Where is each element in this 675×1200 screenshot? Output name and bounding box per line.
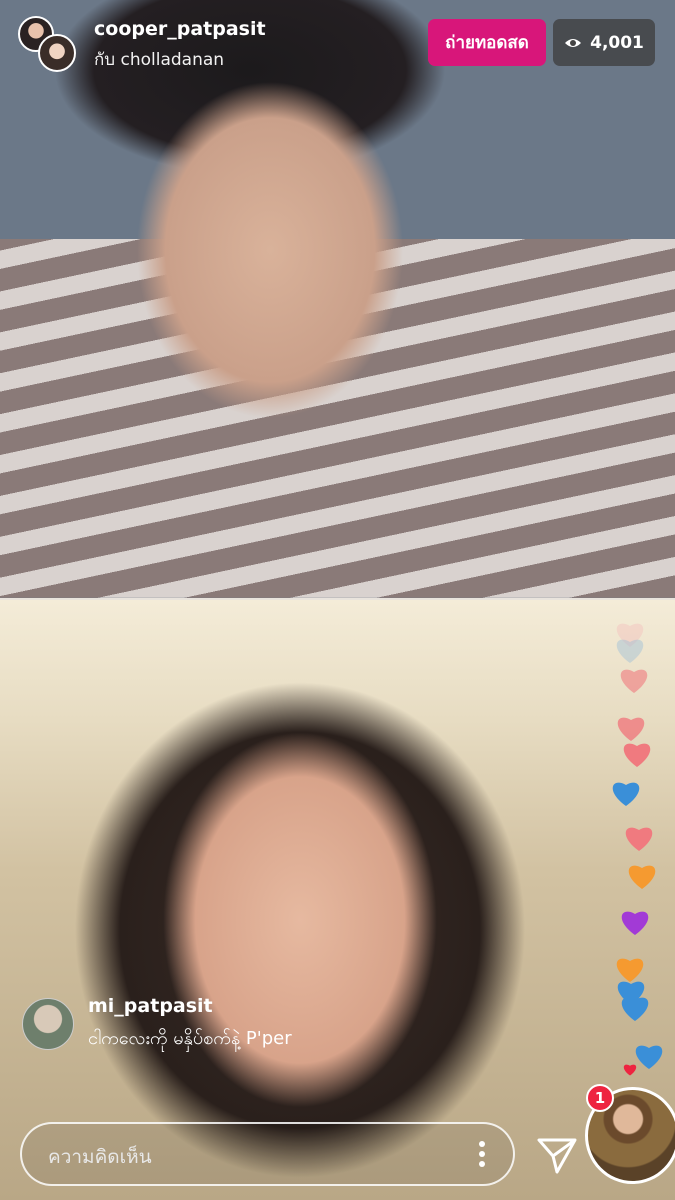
heart-icon xyxy=(625,827,653,851)
heart-icon xyxy=(620,669,648,693)
heart-icon xyxy=(621,997,649,1021)
comment-text: ငါကလေးကို မနှိပ်စက်နဲ့ P'per xyxy=(88,1028,292,1049)
heart-icon xyxy=(616,639,644,663)
viewer-count-badge[interactable]: 4,001 xyxy=(553,19,655,66)
send-icon[interactable] xyxy=(536,1136,578,1176)
commenter-avatar[interactable] xyxy=(22,998,74,1050)
eye-icon xyxy=(565,38,582,47)
badge-count: 1 xyxy=(594,1089,606,1107)
participant-avatars[interactable] xyxy=(18,16,76,72)
comment-username[interactable]: mi_patpasit xyxy=(88,995,213,1017)
live-badge: ถ่ายทอดสด xyxy=(428,19,546,66)
with-guest-label: กับ cholladanan xyxy=(94,50,225,70)
comment-input[interactable]: ความคิดเห็น xyxy=(20,1122,515,1186)
heart-icon xyxy=(621,911,649,935)
viewer-count: 4,001 xyxy=(590,32,644,53)
heart-icon xyxy=(623,743,651,767)
notification-badge: 1 xyxy=(586,1084,614,1112)
guest-avatar xyxy=(38,34,76,72)
heart-icon xyxy=(628,865,656,889)
heart-icon xyxy=(612,782,640,806)
host-video xyxy=(0,0,675,598)
heart-icon xyxy=(623,1064,637,1076)
comment-placeholder: ความคิดเห็น xyxy=(48,1146,152,1168)
live-label: ถ่ายทอดสด xyxy=(445,33,529,53)
host-username[interactable]: cooper_patpasit xyxy=(94,18,266,40)
more-options-icon[interactable] xyxy=(479,1140,485,1168)
guest-video xyxy=(0,600,675,1200)
